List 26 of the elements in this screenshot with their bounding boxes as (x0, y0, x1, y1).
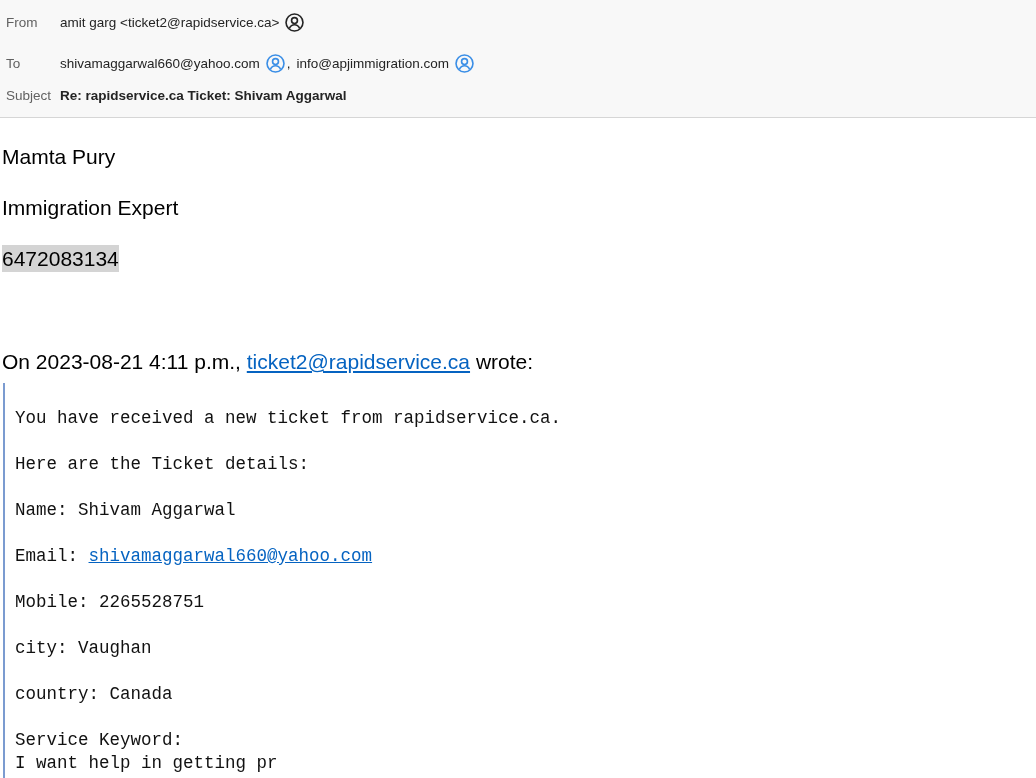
signature-text: Mamta Pury (2, 144, 116, 170)
field-label: To (5, 55, 22, 71)
email-link[interactable]: ticket2@rapidservice.ca (246, 350, 471, 373)
quote-line: Mobile: 2265528751 (15, 591, 205, 614)
field-label: From (5, 14, 39, 30)
reply-attribution: On 2023-08-21 4:11 p.m., ticket2@rapidservice.ca wrote: (1, 349, 534, 375)
sender-address[interactable]: amit garg <ticket2@rapidservice.ca> (60, 14, 280, 30)
subject-text: Re: rapidservice.ca Ticket: Shivam Aggarwal (60, 87, 347, 103)
quote-line: Email: shivamaggarwal660@yahoo.com (15, 545, 373, 568)
quote-line: You have received a new ticket from rapidservice.ca. (15, 407, 562, 430)
separator-text: , (286, 55, 291, 71)
quote-line: I want help in getting pr (15, 752, 278, 775)
person-icon (265, 53, 285, 73)
email-link[interactable]: shivamaggarwal660@yahoo.com (88, 546, 373, 566)
person-icon (285, 12, 305, 32)
quote-line: country: Canada (15, 683, 173, 706)
quote-line: city: Vaughan (15, 637, 152, 660)
quote-line: Here are the Ticket details: (15, 453, 310, 476)
recipient-address[interactable]: shivamaggarwal660@yahoo.com (60, 55, 260, 71)
signature-text: 6472083134 (2, 245, 119, 272)
quote-line: Service Keyword: (15, 729, 184, 752)
person-icon (455, 53, 475, 73)
field-label: Subject (5, 87, 53, 103)
signature-text: Immigration Expert (2, 195, 179, 221)
recipient-address[interactable]: info@apjimmigration.com (296, 55, 450, 71)
quote-line: Name: Shivam Aggarwal (15, 499, 236, 522)
